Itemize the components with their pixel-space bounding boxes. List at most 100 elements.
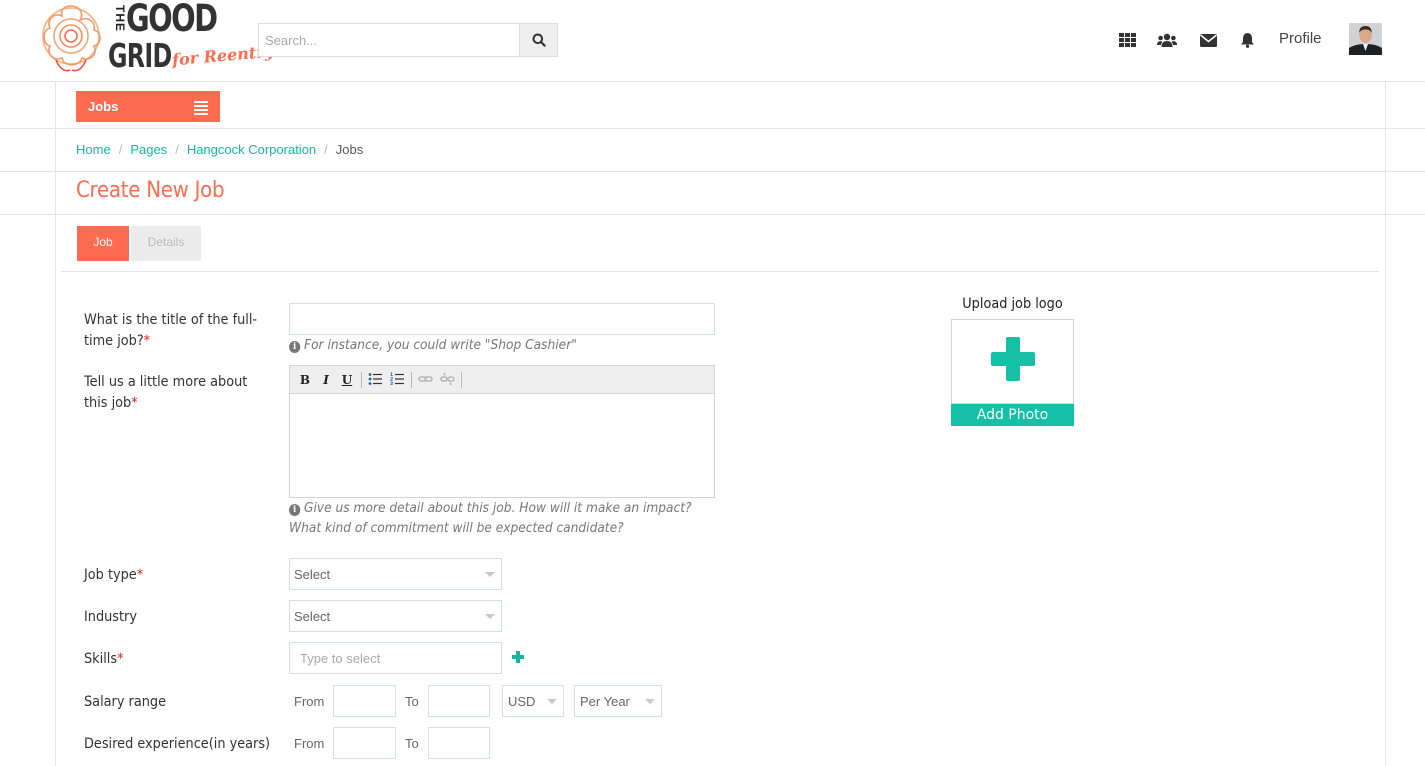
upload-logo-title: Upload job logo xyxy=(962,296,1063,312)
toolbar-separator xyxy=(411,372,412,388)
numbered-list-button[interactable]: 123 xyxy=(389,372,405,388)
link-button[interactable] xyxy=(417,372,433,388)
industry-value: Select xyxy=(294,609,331,624)
experience-to-label: To xyxy=(405,736,419,751)
breadcrumb-home[interactable]: Home xyxy=(76,142,111,157)
unlink-button[interactable] xyxy=(439,372,455,388)
top-header: THE GOOD GRID for Reentry Search... Prof… xyxy=(0,0,1425,82)
upload-logo-dropzone[interactable] xyxy=(951,319,1074,404)
breadcrumb-current: Jobs xyxy=(335,142,364,157)
industry-select[interactable]: Select xyxy=(289,600,502,632)
skills-label-text: Skills xyxy=(84,651,118,667)
search-input[interactable] xyxy=(259,24,520,56)
add-skill-button[interactable] xyxy=(512,651,524,663)
editor-toolbar: B I U 123 xyxy=(290,366,714,394)
required-mark: * xyxy=(131,395,138,411)
search-bar xyxy=(258,23,558,57)
flower-logo-icon xyxy=(42,5,101,72)
job-type-value: Select xyxy=(294,567,331,582)
job-type-select[interactable]: Select xyxy=(289,558,502,590)
chevron-down-icon xyxy=(485,614,495,619)
required-mark: * xyxy=(143,333,151,349)
info-icon: i xyxy=(289,504,301,516)
rich-text-editor: B I U 123 xyxy=(289,365,715,498)
job-description-hint-text: Give us more detail about this job. How … xyxy=(289,501,692,536)
apps-grid-icon xyxy=(1118,33,1136,47)
job-description-editor[interactable] xyxy=(290,395,714,497)
industry-label: Industry xyxy=(84,609,137,625)
users-icon xyxy=(1157,33,1177,47)
job-description-label-text: Tell us a little more about this job xyxy=(84,374,248,411)
experience-from-label: From xyxy=(294,736,325,751)
experience-label: Desired experience(in years) xyxy=(84,736,271,752)
salary-period-value: Per Year xyxy=(580,694,630,709)
notifications-button[interactable] xyxy=(1236,30,1258,50)
logo-word-good: GOOD xyxy=(126,0,218,40)
skills-input[interactable] xyxy=(289,642,502,674)
job-type-label-text: Job type xyxy=(84,567,137,583)
toolbar-separator xyxy=(361,372,362,388)
job-description-hint: i Give us more detail about this job. How… xyxy=(289,499,717,539)
breadcrumb: Home / Pages / Hangcock Corporation / Jobs xyxy=(76,142,363,157)
profile-link[interactable]: Profile xyxy=(1279,30,1322,47)
skills-label: Skills* xyxy=(84,649,124,670)
salary-from-label: From xyxy=(294,694,325,709)
numbered-list-icon: 123 xyxy=(390,372,404,387)
svg-text:3: 3 xyxy=(390,381,393,386)
currency-value: USD xyxy=(508,694,536,709)
chevron-down-icon xyxy=(645,699,655,704)
breadcrumb-pages[interactable]: Pages xyxy=(130,142,167,157)
salary-range-label: Salary range xyxy=(84,694,167,710)
experience-from-input[interactable] xyxy=(333,727,396,759)
avatar[interactable] xyxy=(1349,23,1382,55)
users-button[interactable] xyxy=(1156,30,1178,50)
apps-grid-button[interactable] xyxy=(1116,30,1138,50)
toolbar-separator xyxy=(461,372,462,388)
job-title-hint: i For instance, you could write "Shop Cas… xyxy=(289,336,577,356)
job-title-label-text: What is the title of the full-time job? xyxy=(84,312,258,349)
underline-button[interactable]: U xyxy=(339,372,355,388)
divider xyxy=(0,171,1425,172)
messages-button[interactable] xyxy=(1197,30,1219,50)
hamburger-icon xyxy=(194,101,208,117)
divider xyxy=(0,214,1425,215)
search-button[interactable] xyxy=(519,24,557,56)
job-title-input[interactable] xyxy=(289,303,715,335)
user-photo xyxy=(1349,23,1382,55)
currency-select[interactable]: USD xyxy=(502,685,564,717)
salary-period-select[interactable]: Per Year xyxy=(574,685,662,717)
required-mark: * xyxy=(117,651,124,667)
bullet-list-icon xyxy=(368,373,382,385)
job-type-label: Job type* xyxy=(84,565,143,586)
salary-from-input[interactable] xyxy=(333,685,396,717)
content-border-right xyxy=(1385,82,1386,766)
jobs-menu-button[interactable]: Jobs xyxy=(76,91,220,122)
bullet-list-button[interactable] xyxy=(367,372,383,388)
chevron-down-icon xyxy=(485,572,495,577)
required-mark: * xyxy=(136,567,144,583)
salary-to-label: To xyxy=(405,694,419,709)
tab-details[interactable]: Details xyxy=(131,226,201,261)
envelope-icon xyxy=(1199,33,1217,47)
content-border-left xyxy=(55,82,56,766)
salary-to-input[interactable] xyxy=(428,685,490,717)
tab-job[interactable]: Job xyxy=(77,226,129,261)
breadcrumb-separator: / xyxy=(175,142,179,157)
link-icon xyxy=(417,376,433,382)
logo-word-grid: GRID xyxy=(108,36,172,75)
tabs-divider xyxy=(61,271,1379,272)
divider xyxy=(0,128,1425,129)
breadcrumb-separator: / xyxy=(118,142,123,157)
job-title-label: What is the title of the full-time job?* xyxy=(84,310,282,352)
site-logo[interactable]: THE GOOD GRID for Reentry xyxy=(36,0,275,78)
bell-icon xyxy=(1240,33,1254,48)
add-photo-button[interactable]: Add Photo xyxy=(951,404,1074,426)
italic-button[interactable]: I xyxy=(318,372,334,388)
experience-to-input[interactable] xyxy=(428,727,490,759)
bold-button[interactable]: B xyxy=(297,372,313,388)
breadcrumb-company[interactable]: Hangcock Corporation xyxy=(187,142,316,157)
info-icon: i xyxy=(289,341,301,353)
page-title: Create New Job xyxy=(76,178,225,203)
job-description-label: Tell us a little more about this job* xyxy=(84,372,268,414)
chevron-down-icon xyxy=(547,699,557,704)
